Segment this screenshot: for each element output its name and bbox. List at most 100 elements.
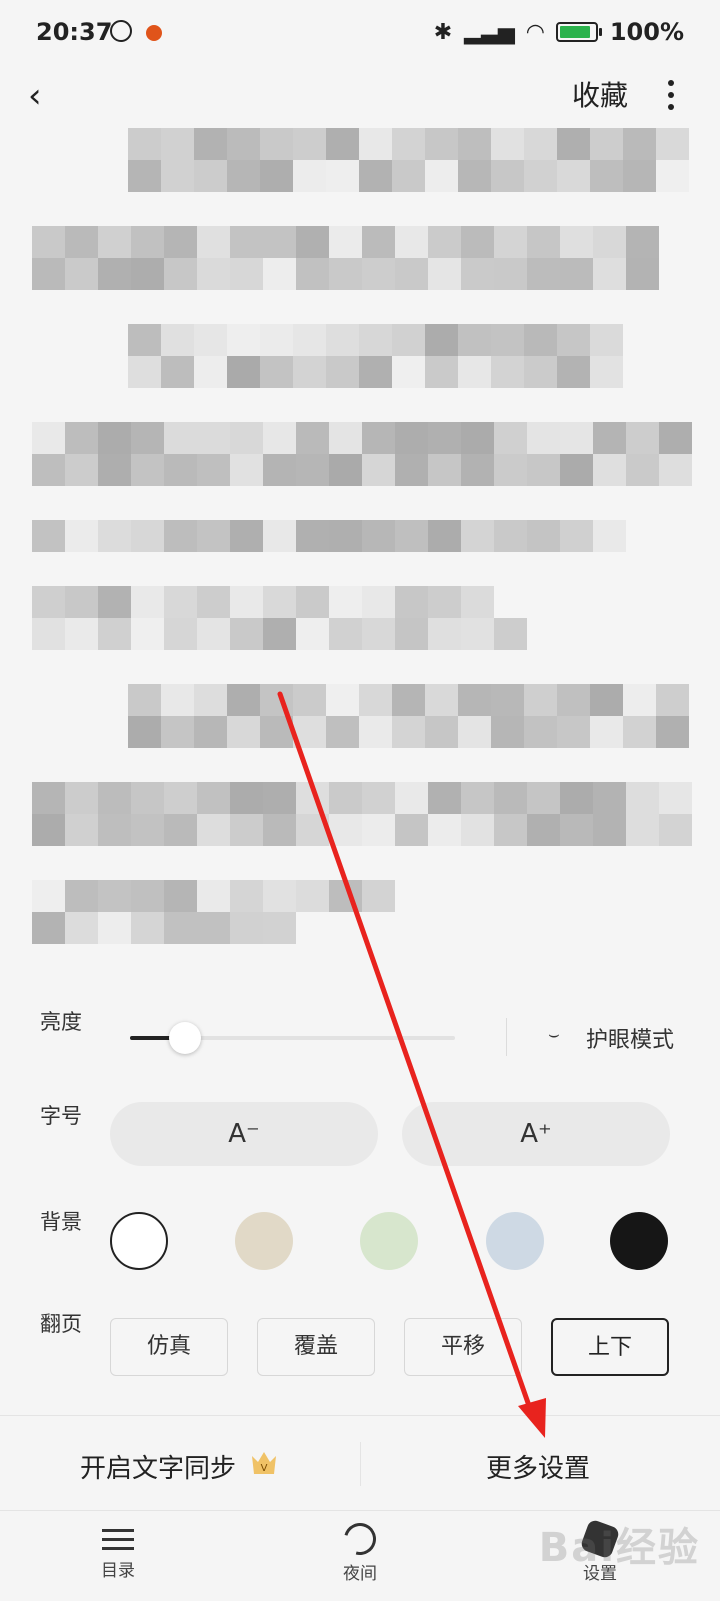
pixel-block — [359, 160, 392, 192]
pixel-block — [494, 226, 527, 258]
pixel-block — [428, 258, 461, 290]
pixel-block — [131, 422, 164, 454]
pixel-block — [227, 716, 260, 748]
flip-mode-button[interactable]: 覆盖 — [257, 1318, 375, 1376]
background-swatch[interactable] — [360, 1212, 418, 1270]
pixel-block — [32, 814, 65, 846]
pixel-block — [260, 128, 293, 160]
eye-closed-icon: ⌣ — [548, 1024, 560, 1045]
pixel-block — [197, 618, 230, 650]
font-increase-button[interactable]: A⁺ — [402, 1102, 670, 1166]
flip-mode-button[interactable]: 平移 — [404, 1318, 522, 1376]
pixel-block — [329, 258, 362, 290]
background-swatch[interactable] — [610, 1212, 668, 1270]
pixel-block — [164, 814, 197, 846]
pixel-block — [329, 782, 362, 814]
pixel-block — [590, 356, 623, 388]
brightness-slider-thumb[interactable] — [169, 1022, 202, 1054]
pixel-block — [359, 716, 392, 748]
pixel-block — [623, 128, 656, 160]
pixel-block — [326, 160, 359, 192]
collect-button[interactable]: 收藏 — [572, 72, 628, 120]
pixel-block — [623, 716, 656, 748]
pixel-block — [395, 586, 428, 618]
background-swatch[interactable] — [110, 1212, 168, 1270]
pixel-block — [362, 226, 395, 258]
status-bar: 20:37 ✱ ▂▃▅ ◠ 100% — [0, 0, 720, 70]
pixel-block — [230, 618, 263, 650]
pixel-block — [359, 324, 392, 356]
pixel-block — [392, 684, 425, 716]
background-swatch[interactable] — [235, 1212, 293, 1270]
pixel-block — [428, 814, 461, 846]
pixel-block — [428, 226, 461, 258]
pixel-block — [362, 422, 395, 454]
pixel-block — [329, 880, 362, 912]
pixel-block — [524, 128, 557, 160]
pixel-block — [593, 782, 626, 814]
pixel-block — [560, 520, 593, 552]
pixel-block — [461, 814, 494, 846]
pixel-block — [131, 520, 164, 552]
pixel-block — [425, 716, 458, 748]
back-icon[interactable]: ‹ — [28, 72, 42, 120]
alarm-icon — [110, 20, 132, 42]
pixel-block — [326, 324, 359, 356]
pixel-block — [263, 454, 296, 486]
pixel-block — [395, 782, 428, 814]
pixel-block — [524, 356, 557, 388]
background-label: 背景 — [40, 1210, 82, 1234]
pixel-block — [524, 160, 557, 192]
pixel-block — [161, 160, 194, 192]
pixel-block — [557, 128, 590, 160]
more-settings-button[interactable]: 更多设置 — [486, 1448, 590, 1485]
pixel-block — [131, 912, 164, 944]
pixel-block — [458, 160, 491, 192]
pixel-block — [98, 782, 131, 814]
pixel-block — [164, 586, 197, 618]
pixel-block — [461, 618, 494, 650]
pixel-block — [263, 520, 296, 552]
pixel-block — [593, 814, 626, 846]
pixel-block — [197, 814, 230, 846]
pixel-block — [260, 716, 293, 748]
nav-item-catalog[interactable]: 目录 — [58, 1523, 178, 1581]
nav-item-night[interactable]: 夜间 — [300, 1517, 420, 1584]
background-swatch[interactable] — [486, 1212, 544, 1270]
eye-mode-toggle[interactable]: 护眼模式 — [586, 1022, 674, 1054]
pixel-block — [557, 356, 590, 388]
pixel-block — [362, 618, 395, 650]
pixel-block — [560, 782, 593, 814]
pixel-block — [359, 128, 392, 160]
pixel-block — [161, 684, 194, 716]
pixel-block — [329, 520, 362, 552]
text-sync-button[interactable]: 开启文字同步 — [80, 1448, 236, 1485]
pixel-block — [98, 618, 131, 650]
pixel-block — [326, 128, 359, 160]
pixel-block — [194, 324, 227, 356]
pixel-block — [194, 716, 227, 748]
pixel-block — [230, 258, 263, 290]
pixelated-content — [32, 128, 692, 953]
flip-mode-button[interactable]: 仿真 — [110, 1318, 228, 1376]
pixel-block — [32, 422, 65, 454]
pixel-block — [458, 684, 491, 716]
flip-mode-button[interactable]: 上下 — [551, 1318, 669, 1376]
divider — [0, 1415, 720, 1416]
menu-icon — [58, 1529, 178, 1550]
reader-topbar: ‹ 收藏 — [0, 72, 720, 128]
font-decrease-button[interactable]: A⁻ — [110, 1102, 378, 1166]
pixel-block — [32, 586, 65, 618]
pixel-block — [527, 520, 560, 552]
more-options-icon[interactable] — [666, 80, 676, 116]
pixel-block — [359, 356, 392, 388]
hd-signal-icon: ▂▃▅ — [464, 19, 515, 45]
pixel-block — [593, 258, 626, 290]
pixel-block — [296, 618, 329, 650]
pixel-block — [98, 258, 131, 290]
pixel-block — [593, 520, 626, 552]
pixel-block — [230, 586, 263, 618]
pixel-block — [425, 128, 458, 160]
pixel-block — [98, 586, 131, 618]
battery-icon — [555, 22, 602, 42]
